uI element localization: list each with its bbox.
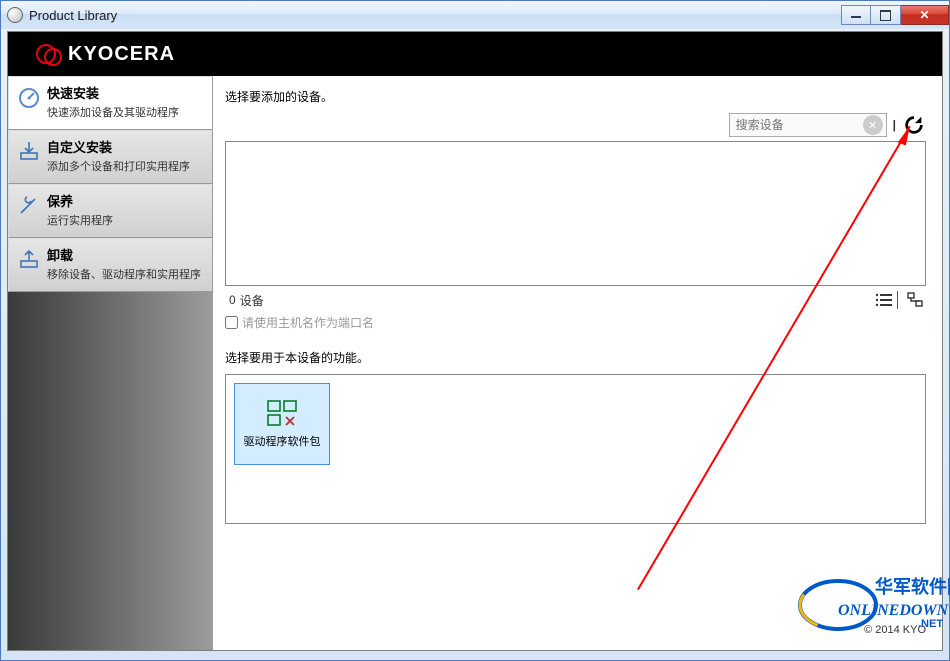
feature-tile-label: 驱动程序软件包 <box>244 433 321 449</box>
device-status-row: 0 设备 <box>225 290 926 310</box>
hostname-checkbox-label: 请使用主机名作为端口名 <box>242 314 374 331</box>
sidebar-item-title: 自定义安装 <box>47 137 190 156</box>
sidebar-item-title: 快速安装 <box>47 83 179 102</box>
watermark-badge: 华军软件园 ONLINEDOWN .NET <box>790 567 950 635</box>
view-divider <box>897 291 898 309</box>
sidebar-item-maintenance[interactable]: 保养 运行实用程序 <box>8 184 213 238</box>
brand-name: KYOCERA <box>68 43 175 66</box>
svg-text:ONLINEDOWN: ONLINEDOWN <box>838 602 950 619</box>
brand-logo: KYOCERA <box>36 42 175 66</box>
window-frame: Product Library KYOCERA 快速安装 <box>0 0 950 661</box>
hostname-checkbox-row: 请使用主机名作为端口名 <box>225 314 926 331</box>
refresh-icon <box>903 114 925 136</box>
search-row: ✕ | <box>225 113 926 137</box>
device-list[interactable] <box>225 141 926 286</box>
sidebar-item-desc: 运行实用程序 <box>47 212 113 228</box>
search-input[interactable] <box>730 118 860 132</box>
content-row: 快速安装 快速添加设备及其驱动程序 自定义安装 添加多个设备和打印实用程序 <box>8 76 942 650</box>
window-controls <box>841 5 949 25</box>
svg-text:.NET: .NET <box>918 618 943 630</box>
tools-icon <box>15 191 43 219</box>
brand-bar: KYOCERA <box>8 32 942 76</box>
brand-mark-icon <box>36 42 60 66</box>
feature-list: 驱动程序软件包 <box>225 374 926 524</box>
download-box-icon <box>15 137 43 165</box>
section-feature-label: 选择要用于本设备的功能。 <box>225 349 926 366</box>
window-title: Product Library <box>29 8 117 23</box>
device-count-label: 设备 <box>240 292 264 309</box>
sidebar-item-quick-install[interactable]: 快速安装 快速添加设备及其驱动程序 <box>8 76 213 130</box>
upload-box-icon <box>15 245 43 273</box>
list-view-button[interactable] <box>873 290 895 310</box>
sidebar-item-custom-install[interactable]: 自定义安装 添加多个设备和打印实用程序 <box>8 130 213 184</box>
feature-tile-driver-package[interactable]: 驱动程序软件包 <box>234 383 330 465</box>
list-icon <box>874 290 894 310</box>
refresh-button[interactable] <box>902 113 926 137</box>
search-box: ✕ <box>729 113 887 137</box>
titlebar: Product Library <box>1 1 949 29</box>
sidebar-item-uninstall[interactable]: 卸载 移除设备、驱动程序和实用程序 <box>8 238 213 292</box>
sidebar-item-title: 保养 <box>47 191 113 210</box>
section-add-device-label: 选择要添加的设备。 <box>225 88 926 105</box>
separator: | <box>893 118 896 132</box>
maximize-button[interactable] <box>871 5 901 25</box>
sidebar-item-desc: 快速添加设备及其驱动程序 <box>47 104 179 120</box>
app-icon <box>7 7 23 23</box>
sidebar-item-desc: 移除设备、驱动程序和实用程序 <box>47 266 201 282</box>
network-icon <box>905 290 925 310</box>
network-view-button[interactable] <box>904 290 926 310</box>
sidebar-item-title: 卸载 <box>47 245 201 264</box>
app-body: KYOCERA 快速安装 快速添加设备及其驱动程序 <box>7 31 943 651</box>
minimize-button[interactable] <box>841 5 871 25</box>
sidebar-item-desc: 添加多个设备和打印实用程序 <box>47 158 190 174</box>
clear-search-icon[interactable]: ✕ <box>863 115 883 135</box>
device-count-number: 0 <box>229 293 236 307</box>
main-panel: 选择要添加的设备。 ✕ | 0 设备 <box>213 76 942 650</box>
svg-text:华军软件园: 华军软件园 <box>875 576 950 597</box>
close-button[interactable] <box>901 5 949 25</box>
hostname-checkbox[interactable] <box>225 316 238 329</box>
package-icon <box>266 399 298 427</box>
sidebar: 快速安装 快速添加设备及其驱动程序 自定义安装 添加多个设备和打印实用程序 <box>8 76 213 650</box>
gauge-icon <box>15 83 43 111</box>
